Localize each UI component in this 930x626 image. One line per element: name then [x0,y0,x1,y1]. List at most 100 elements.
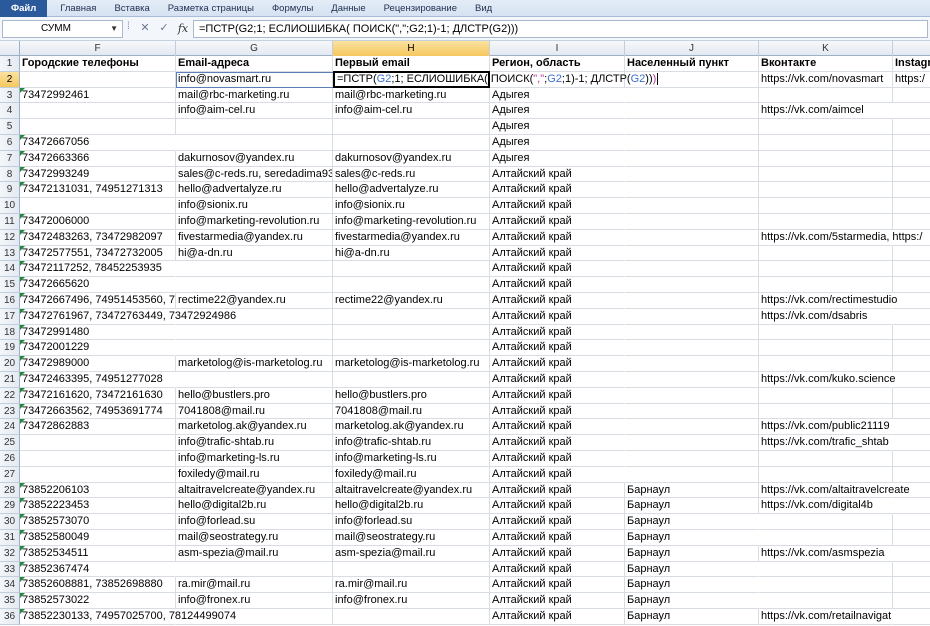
row-header[interactable]: 10 [0,198,20,214]
cell[interactable]: Алтайский край [490,182,625,199]
cell[interactable]: Алтайский край [490,167,625,183]
row-header[interactable]: 19 [0,340,20,357]
cell[interactable]: mail@seostrategy.ru [176,530,333,546]
row-header[interactable]: 17 [0,308,20,325]
column-header-I[interactable]: I [490,41,625,56]
row-header[interactable]: 35 [0,593,20,609]
cell[interactable]: 73472463395, 74951277028 [20,372,176,388]
cell[interactable]: 73472577551, 73472732005 [20,245,176,262]
cell[interactable]: info@aim-cel.ru [333,103,490,120]
row-header[interactable]: 3 [0,87,20,104]
cell[interactable]: hello@bustlers.pro [176,387,333,404]
cell[interactable]: Алтайский край [490,467,625,483]
cell[interactable]: mail@seostrategy.ru [333,530,490,546]
column-header-G[interactable]: G [176,41,333,56]
cell[interactable]: info@forlead.su [176,514,333,530]
cell[interactable]: info@sionix.ru [176,198,333,214]
row-header[interactable]: 23 [0,403,20,420]
cell[interactable]: Барнаул [625,514,759,530]
cell[interactable]: 73472483263, 73472982097 [20,229,176,246]
cell[interactable]: 73852534511 [20,545,176,562]
row-header[interactable]: 29 [0,498,20,515]
cell[interactable]: hello@bustlers.pro [333,387,490,404]
ribbon-tab-3[interactable]: Разметка страницы [159,0,263,17]
cell[interactable]: Алтайский край [490,261,625,278]
select-all-corner[interactable] [0,41,20,56]
cell[interactable]: Барнаул [625,577,759,594]
cell[interactable]: 73852230133, 74957025700, 78124499074 [20,609,236,625]
row-header[interactable]: 26 [0,451,20,467]
cell[interactable]: 73472665620 [20,277,176,293]
cell[interactable]: info@marketing-ls.ru [333,451,490,467]
row-header[interactable]: 5 [0,119,20,135]
cell[interactable]: marketolog.ak@yandex.ru [333,419,490,436]
cell[interactable]: Алтайский край [490,545,625,562]
splitter-handle[interactable]: ⁞ [127,21,130,32]
cell[interactable]: Барнаул [625,530,759,546]
cell[interactable]: Населенный пункт [625,56,759,72]
cell[interactable]: Вконтакте [759,56,893,72]
cell[interactable]: Адыгея [490,88,625,104]
row-header[interactable]: 34 [0,577,20,594]
cell[interactable]: Алтайский край [490,356,625,372]
cell[interactable]: altaitravelcreate@yandex.ru [176,482,333,499]
cell[interactable]: Алтайский край [490,404,625,420]
cell[interactable]: Алтайский край [490,609,625,625]
cell[interactable]: Адыгея [490,135,625,151]
cell[interactable]: 73472117252, 78452253935 [20,261,176,278]
cell[interactable]: https://vk.com/digital4b [759,498,893,515]
ribbon-tab-0[interactable]: Файл [0,0,48,17]
cell[interactable]: 73472992461 [20,87,176,104]
cell[interactable]: https://vk.com/retailnavigat [759,609,893,625]
row-header[interactable]: 27 [0,466,20,483]
cell[interactable]: https://vk.com/novasmart [759,71,893,88]
row-header[interactable]: 14 [0,261,20,278]
cell[interactable]: Алтайский край [490,277,625,293]
cell[interactable]: Алтайский край [490,293,625,309]
cell[interactable]: foxiledy@mail.ru [176,466,333,483]
ribbon-tab-5[interactable]: Данные [322,0,374,17]
name-box[interactable]: СУММ ▼ [2,20,123,38]
cell[interactable]: fivestarmedia@yandex.ru [176,229,333,246]
column-header-J[interactable]: J [625,41,759,56]
cell[interactable]: 73472667496, 74951453560, 7812 [20,293,176,309]
cell[interactable]: https://vk.com/trafic_shtab [759,435,893,451]
cell[interactable]: Алтайский край [490,451,625,467]
row-header[interactable]: 4 [0,103,20,120]
cell[interactable]: 73472131031, 74951271313 [20,182,176,199]
cell[interactable]: 73472161620, 73472161630 [20,387,176,404]
cell[interactable]: ra.mir@mail.ru [333,577,490,594]
cell[interactable]: 73472663366 [20,150,176,167]
cell[interactable]: info@trafic-shtab.ru [333,435,490,451]
cell[interactable] [20,451,176,467]
cell[interactable]: https://vk.com/dsabris [759,309,893,325]
cell[interactable]: sales@c-reds.ru [333,166,490,183]
cell[interactable]: Городские телефоны [20,56,176,72]
cell[interactable]: Алтайский край [490,530,625,546]
cell[interactable]: Алтайский край [490,388,625,404]
cell[interactable]: 73472667056 [20,135,176,151]
cell[interactable]: Алтайский край [490,198,625,214]
cell[interactable]: Адыгея [490,119,625,135]
cell[interactable]: Алтайский край [490,498,625,515]
cell[interactable]: 73852573070 [20,514,176,530]
cell[interactable]: Алтайский край [490,435,625,451]
cell[interactable]: Барнаул [625,498,759,515]
cell[interactable]: 73472989000 [20,356,176,372]
cell[interactable]: Барнаул [625,545,759,562]
row-header[interactable]: 30 [0,514,20,530]
row-header[interactable]: 36 [0,609,20,625]
insert-function-icon[interactable]: fx [176,20,190,37]
cell[interactable]: Барнаул [625,482,759,499]
cell[interactable]: 73852223453 [20,498,176,515]
cell[interactable]: hello@digital2b.ru [333,498,490,515]
cell[interactable]: info@fronex.ru [333,593,490,609]
row-header[interactable]: 7 [0,150,20,167]
cell[interactable]: Барнаул [625,609,759,625]
cell[interactable]: https://vk.com/kuko.science [759,372,896,388]
cell[interactable]: 73472006000 [20,214,176,230]
row-header[interactable]: 11 [0,214,20,230]
row-header[interactable]: 32 [0,545,20,562]
cell[interactable]: Алтайский край [490,325,625,341]
row-header[interactable]: 13 [0,245,20,262]
